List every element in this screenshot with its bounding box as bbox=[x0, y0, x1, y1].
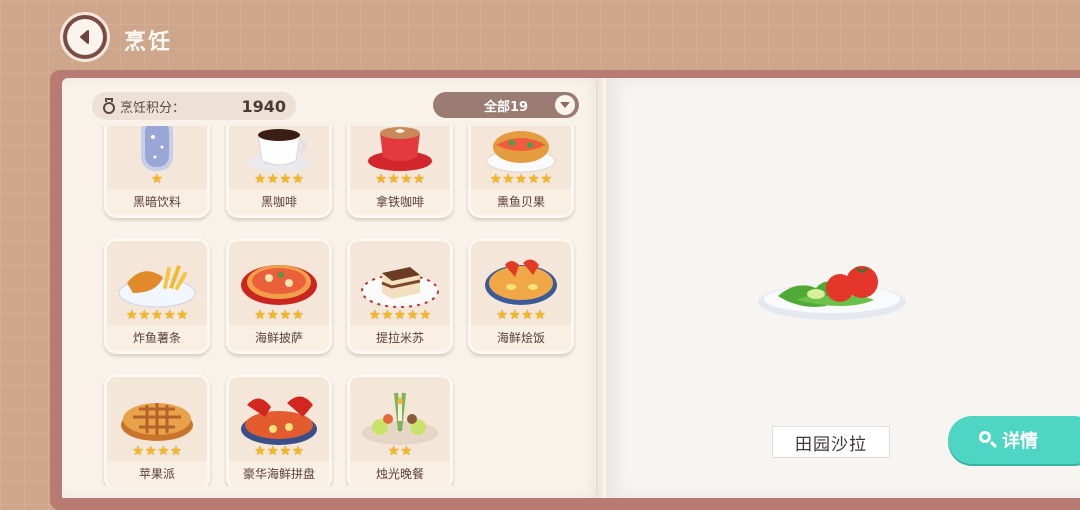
star-rating: ★ ★ ★ ★ bbox=[254, 308, 304, 323]
selected-dish-name: 田园沙拉 bbox=[772, 426, 890, 458]
star-rating: ★ ★ ★ ★ bbox=[375, 172, 425, 187]
medal-icon bbox=[102, 98, 116, 114]
fish-chips-icon bbox=[117, 253, 197, 315]
search-icon bbox=[978, 430, 998, 450]
seafood-platter-icon bbox=[237, 389, 321, 453]
back-button[interactable] bbox=[60, 12, 110, 62]
recipe-grid: ★ 黑暗饮料 ★ ★ ★ ★ 黑咖啡 ★ ★ ★ ★ 拿铁咖啡 ★ ★ ★ ★ ★ 熏鱼贝果 ★ ★ ★… bbox=[100, 126, 590, 486]
recipe-name: 海鲜披萨 bbox=[229, 325, 329, 351]
category-filter-dropdown[interactable]: 全部19 bbox=[433, 92, 579, 118]
back-arrow-icon bbox=[67, 19, 103, 55]
recipe-card[interactable]: ★ ★ ★ ★ ★ 熏鱼贝果 bbox=[468, 126, 574, 218]
recipe-card[interactable]: ★ ★ 烛光晚餐 bbox=[347, 374, 453, 486]
score-value: 1940 bbox=[241, 96, 286, 116]
recipe-card[interactable]: ★ ★ ★ ★ ★ 提拉米苏 bbox=[347, 238, 453, 354]
star-rating: ★ bbox=[151, 172, 163, 187]
recipe-card[interactable]: ★ ★ ★ ★ 苹果派 bbox=[104, 374, 210, 486]
recipe-name: 拿铁咖啡 bbox=[350, 189, 450, 215]
star-rating: ★ ★ ★ ★ bbox=[496, 308, 546, 323]
recipe-name: 烛光晚餐 bbox=[350, 461, 450, 486]
black-coffee-icon bbox=[244, 126, 314, 177]
latte-icon bbox=[365, 126, 435, 177]
recipe-card[interactable]: ★ ★ ★ ★ 豪华海鲜拼盘 bbox=[226, 374, 332, 486]
star-rating: ★ ★ ★ ★ ★ bbox=[125, 308, 189, 323]
star-rating: ★ ★ ★ ★ bbox=[132, 444, 182, 459]
recipe-card[interactable]: ★ ★ ★ ★ 黑咖啡 bbox=[226, 126, 332, 218]
book-spine bbox=[596, 78, 606, 498]
recipe-name: 海鲜烩饭 bbox=[471, 325, 571, 351]
chevron-down-icon bbox=[555, 95, 575, 115]
recipe-name: 炸鱼薯条 bbox=[107, 325, 207, 351]
apple-pie-icon bbox=[117, 389, 197, 451]
star-rating: ★ ★ ★ ★ bbox=[254, 172, 304, 187]
recipe-card[interactable]: ★ 黑暗饮料 bbox=[104, 126, 210, 218]
recipe-name: 提拉米苏 bbox=[350, 325, 450, 351]
recipe-card[interactable]: ★ ★ ★ ★ ★ 炸鱼薯条 bbox=[104, 238, 210, 354]
filter-label: 全部19 bbox=[483, 99, 529, 115]
star-rating: ★ ★ ★ ★ bbox=[254, 444, 304, 459]
recipe-name: 黑暗饮料 bbox=[107, 189, 207, 215]
recipe-card[interactable]: ★ ★ ★ ★ 海鲜披萨 bbox=[226, 238, 332, 354]
cooking-score: 烹饪积分： 1940 bbox=[92, 92, 296, 120]
candlelight-dinner-icon bbox=[358, 389, 442, 453]
star-rating: ★ ★ ★ ★ ★ bbox=[489, 172, 553, 187]
seafood-pizza-icon bbox=[239, 253, 319, 315]
tiramisu-icon bbox=[360, 253, 440, 315]
detail-button-label: 详情 bbox=[1002, 431, 1038, 452]
star-rating: ★ ★ ★ ★ ★ bbox=[368, 308, 432, 323]
garden-salad-image bbox=[756, 262, 908, 330]
recipe-name: 熏鱼贝果 bbox=[471, 189, 571, 215]
star-rating: ★ ★ bbox=[387, 444, 413, 459]
recipe-card[interactable]: ★ ★ ★ ★ 拿铁咖啡 bbox=[347, 126, 453, 218]
recipe-name: 黑咖啡 bbox=[229, 189, 329, 215]
recipe-name: 豪华海鲜拼盘 bbox=[229, 461, 329, 486]
detail-button[interactable]: 详情 bbox=[948, 416, 1080, 464]
paella-icon bbox=[481, 253, 561, 315]
recipe-card[interactable]: ★ ★ ★ ★ 海鲜烩饭 bbox=[468, 238, 574, 354]
page-title: 烹饪 bbox=[124, 30, 173, 55]
score-label: 烹饪积分： bbox=[120, 100, 186, 116]
recipe-name: 苹果派 bbox=[107, 461, 207, 486]
